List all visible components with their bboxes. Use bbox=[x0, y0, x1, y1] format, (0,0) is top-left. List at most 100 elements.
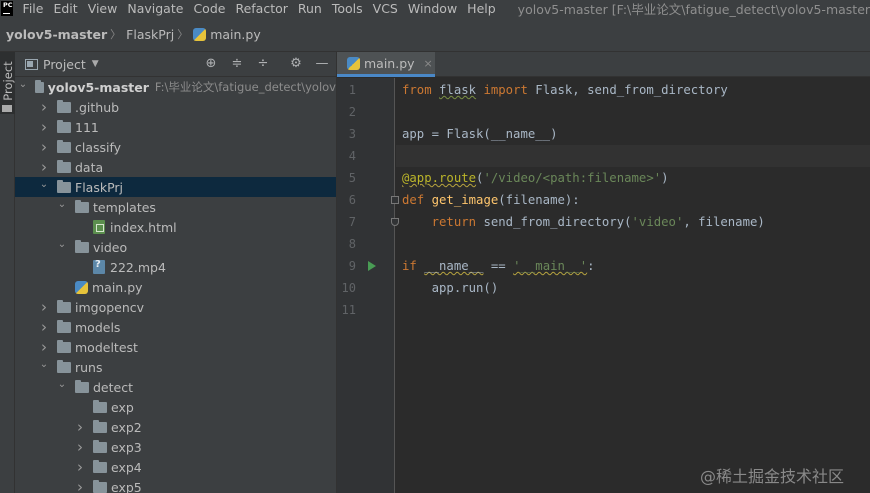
project-tree: ⌄ yolov5-master F:\毕业论文\fatigue_detect\yol… bbox=[15, 77, 336, 493]
menu-edit[interactable]: Edit bbox=[53, 1, 77, 16]
tree-row[interactable]: › imgopencv bbox=[15, 297, 336, 317]
pycharm-logo-icon: PC bbox=[1, 1, 13, 16]
collapse-all-icon[interactable]: ÷ bbox=[255, 56, 271, 72]
menu-window[interactable]: Window bbox=[408, 1, 457, 16]
code-token: import bbox=[483, 83, 528, 97]
expand-all-icon[interactable]: ≑ bbox=[229, 56, 245, 72]
close-icon[interactable]: × bbox=[424, 57, 433, 70]
minimize-icon[interactable]: — bbox=[314, 56, 330, 72]
tab-main-py[interactable]: main.py × bbox=[337, 52, 435, 77]
code-line[interactable]: app.run() bbox=[402, 277, 499, 299]
tree-row[interactable]: ⌄ templates bbox=[15, 197, 336, 217]
tree-item-label: video bbox=[93, 239, 128, 255]
line-number-gutter: 1 2 3 4 5 6 7 8 9 10 11 bbox=[337, 78, 399, 493]
menu-view[interactable]: View bbox=[88, 1, 118, 16]
project-tool-window-button[interactable]: Project bbox=[0, 52, 15, 114]
menu-refactor[interactable]: Refactor bbox=[235, 1, 287, 16]
menu-tools[interactable]: Tools bbox=[332, 1, 363, 16]
tree-row[interactable]: index.html bbox=[15, 217, 336, 237]
code-token: '__main__' bbox=[513, 259, 588, 273]
tree-row[interactable]: › exp2 bbox=[15, 417, 336, 437]
tree-row[interactable]: › models bbox=[15, 317, 336, 337]
tree-row[interactable]: ⌄ FlaskPrj bbox=[15, 177, 336, 197]
menu-run[interactable]: Run bbox=[298, 1, 322, 16]
tree-item-label: main.py bbox=[92, 279, 143, 295]
tree-row[interactable]: › modeltest bbox=[15, 337, 336, 357]
folder-icon bbox=[57, 319, 71, 333]
editor: main.py × 1 2 3 4 5 6 7 8 9 10 11 from flask impor… bbox=[336, 52, 870, 493]
line-number: 2 bbox=[348, 105, 356, 119]
menu-file[interactable]: File bbox=[23, 1, 44, 16]
menu-help[interactable]: Help bbox=[467, 1, 496, 16]
chevron-down-icon[interactable]: ⌄ bbox=[57, 239, 67, 250]
chevron-right-icon[interactable]: › bbox=[39, 158, 49, 176]
tree-row[interactable]: › exp3 bbox=[15, 437, 336, 457]
chevron-down-icon[interactable]: ⌄ bbox=[19, 79, 27, 90]
code-line[interactable]: def get_image(filename): bbox=[402, 189, 580, 211]
chevron-right-icon[interactable]: › bbox=[75, 418, 85, 436]
tree-row[interactable]: ⌄ video bbox=[15, 237, 336, 257]
project-panel-title[interactable]: Project bbox=[43, 57, 86, 72]
code-line[interactable]: app = Flask(__name__) bbox=[402, 123, 557, 145]
chevron-down-icon[interactable]: ⌄ bbox=[57, 379, 67, 390]
gear-icon[interactable]: ⚙ bbox=[288, 56, 304, 72]
folder-icon bbox=[57, 139, 71, 153]
line-number: 6 bbox=[348, 193, 356, 207]
code-line[interactable]: @app.route('/video/<path:filename>') bbox=[402, 167, 669, 189]
menu-navigate[interactable]: Navigate bbox=[127, 1, 183, 16]
breadcrumb-folder[interactable]: FlaskPrj bbox=[126, 27, 174, 42]
chevron-right-icon[interactable]: › bbox=[75, 478, 85, 493]
chevron-right-icon[interactable]: › bbox=[75, 458, 85, 476]
folder-icon bbox=[57, 339, 71, 353]
editor-tab-bar: main.py × bbox=[337, 52, 870, 77]
tree-row[interactable]: ⌄ yolov5-master F:\毕业论文\fatigue_detect\yol… bbox=[15, 77, 336, 97]
line-number: 3 bbox=[348, 127, 356, 141]
tree-row[interactable]: › data bbox=[15, 157, 336, 177]
code-line[interactable]: from flask import Flask, send_from_direc… bbox=[402, 79, 728, 101]
chevron-right-icon[interactable]: › bbox=[39, 118, 49, 136]
tree-item-label: exp5 bbox=[111, 479, 142, 493]
chevron-right-icon[interactable]: › bbox=[39, 318, 49, 336]
tree-item-label: .github bbox=[75, 99, 120, 115]
breadcrumb-file[interactable]: main.py bbox=[193, 27, 261, 42]
tree-row[interactable]: exp bbox=[15, 397, 336, 417]
code-line[interactable]: if __name__ == '__main__': bbox=[402, 255, 595, 277]
tree-row[interactable]: 222.mp4 bbox=[15, 257, 336, 277]
tree-row[interactable]: › 111 bbox=[15, 117, 336, 137]
line-number: 10 bbox=[341, 281, 356, 295]
tree-row[interactable]: › classify bbox=[15, 137, 336, 157]
folder-icon bbox=[35, 79, 44, 93]
tree-row[interactable]: › .github bbox=[15, 97, 336, 117]
tree-row[interactable]: ⌄ detect bbox=[15, 377, 336, 397]
chevron-right-icon[interactable]: › bbox=[39, 338, 49, 356]
menu-vcs[interactable]: VCS bbox=[373, 1, 398, 16]
folder-icon bbox=[75, 379, 89, 393]
tree-row[interactable]: main.py bbox=[15, 277, 336, 297]
chevron-down-icon[interactable]: ⌄ bbox=[39, 179, 49, 190]
chevron-down-icon[interactable]: ⌄ bbox=[57, 199, 67, 210]
chevron-right-icon[interactable]: › bbox=[39, 298, 49, 316]
tree-row[interactable]: › exp5 bbox=[15, 477, 336, 493]
folder-icon bbox=[57, 119, 71, 133]
chevron-down-icon[interactable]: ⌄ bbox=[39, 359, 49, 370]
caret-line-highlight bbox=[396, 145, 870, 167]
folder-icon bbox=[93, 439, 107, 453]
menu-code[interactable]: Code bbox=[193, 1, 225, 16]
locate-icon[interactable]: ⊕ bbox=[203, 56, 219, 72]
tree-item-label: yolov5-master bbox=[47, 79, 149, 95]
tree-row[interactable]: › exp4 bbox=[15, 457, 336, 477]
tree-row[interactable]: ⌄ runs bbox=[15, 357, 336, 377]
chevron-down-icon[interactable]: ▼ bbox=[92, 59, 99, 69]
tree-item-label: 222.mp4 bbox=[110, 259, 166, 275]
chevron-right-icon[interactable]: › bbox=[39, 98, 49, 116]
breadcrumb-root[interactable]: yolov5-master bbox=[6, 27, 107, 42]
chevron-right-icon[interactable]: › bbox=[39, 138, 49, 156]
run-icon[interactable] bbox=[368, 261, 376, 271]
code-token: (filename): bbox=[498, 193, 580, 207]
code-line[interactable]: return send_from_directory('video', file… bbox=[402, 211, 765, 233]
root-path: F:\毕业论文\fatigue_detect\yolov bbox=[154, 80, 336, 94]
chevron-right-icon[interactable]: › bbox=[75, 438, 85, 456]
code-area[interactable]: from flask import Flask, send_from_direc… bbox=[396, 78, 870, 493]
chevron-right-icon: 〉 bbox=[177, 28, 189, 41]
